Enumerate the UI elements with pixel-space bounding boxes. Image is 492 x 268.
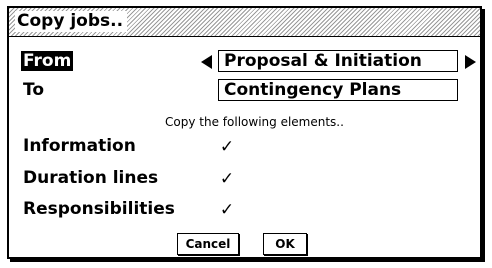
copy-jobs-dialog: Copy jobs.. From Proposal & Initiation T… [7, 6, 482, 259]
information-label: Information [23, 136, 136, 156]
information-checkbox[interactable]: ✓ [217, 137, 237, 157]
copy-hint-text: Copy the following elements.. [165, 115, 344, 129]
responsibilities-checkbox[interactable]: ✓ [217, 200, 237, 220]
to-label: To [23, 80, 45, 100]
dialog-shadow-right [482, 9, 485, 262]
responsibilities-label: Responsibilities [23, 199, 175, 219]
duration-lines-checkbox[interactable]: ✓ [217, 169, 237, 189]
from-label[interactable]: From [21, 51, 74, 71]
cancel-button[interactable]: Cancel [177, 233, 239, 255]
duration-lines-label: Duration lines [23, 168, 159, 188]
dialog-shadow-bottom [10, 259, 485, 262]
dialog-title: Copy jobs.. [15, 11, 128, 32]
to-field[interactable]: Contingency Plans [218, 79, 458, 101]
ok-button[interactable]: OK [263, 233, 307, 255]
right-arrow-icon[interactable] [465, 55, 476, 69]
from-field[interactable]: Proposal & Initiation [218, 50, 458, 72]
left-arrow-icon[interactable] [201, 55, 212, 69]
dialog-title-bar[interactable]: Copy jobs.. [9, 8, 480, 37]
